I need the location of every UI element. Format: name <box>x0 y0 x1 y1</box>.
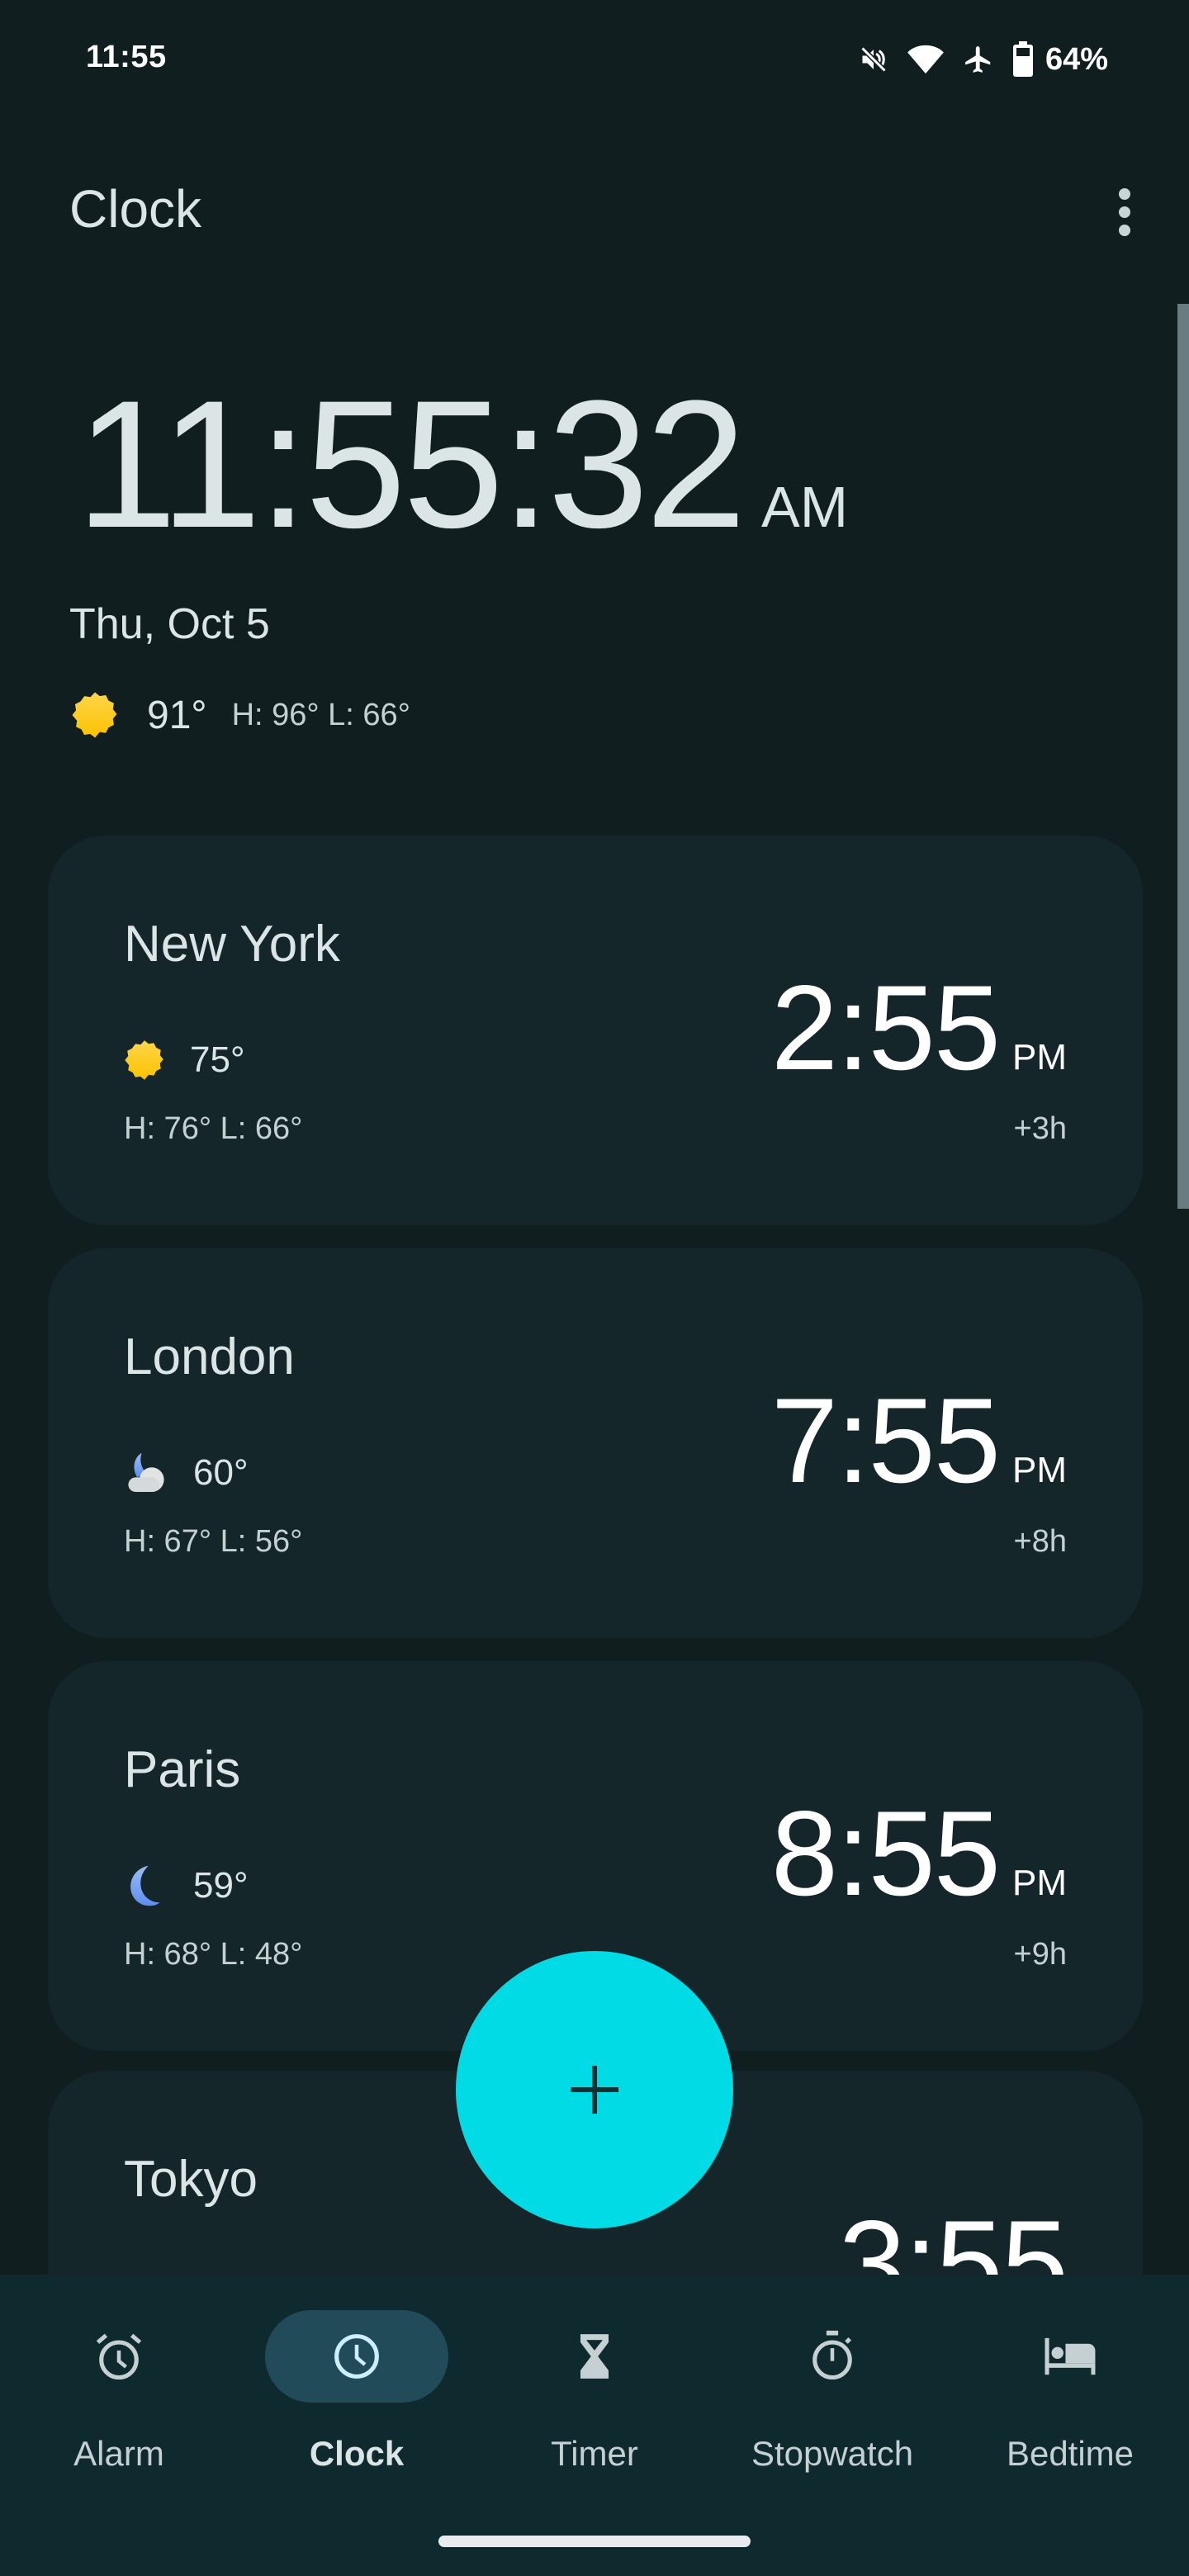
nav-label: Stopwatch <box>751 2434 914 2473</box>
battery-percent: 64% <box>1045 41 1108 77</box>
city-card-new-york[interactable]: New York 75° H: 76° L: 66° 2:55 PM +3h <box>48 836 1143 1225</box>
sunny-icon <box>72 692 117 738</box>
city-card-london[interactable]: London 60° H: 67° L: 56° 7:55 PM +8h <box>48 1248 1143 1638</box>
mute-icon <box>860 46 887 73</box>
city-offset: +3h <box>1013 1111 1067 1146</box>
active-indicator <box>265 2310 448 2403</box>
city-hilo: H: 67° L: 56° <box>124 1524 303 1559</box>
status-icons: 64% <box>859 41 1108 78</box>
city-weather: 59° <box>124 1859 249 1912</box>
nav-label: Alarm <box>73 2434 164 2473</box>
nav-label: Clock <box>309 2434 405 2473</box>
city-name: London <box>124 1328 295 1385</box>
city-offset: +8h <box>1013 1524 1067 1559</box>
city-hilo: H: 76° L: 66° <box>124 1111 303 1146</box>
local-clock: 11:55:32 AM <box>76 373 848 555</box>
city-name: New York <box>124 916 340 973</box>
city-ampm: PM <box>1012 1863 1067 1903</box>
city-ampm: PM <box>1012 1450 1067 1490</box>
city-time: 8:55 <box>770 1786 1001 1920</box>
page-title: Clock <box>69 179 202 239</box>
city-temp: 60° <box>193 1452 249 1493</box>
local-date: Thu, Oct 5 <box>69 600 270 648</box>
status-bar: 11:55 64% <box>0 0 1189 116</box>
city-name: Tokyo <box>124 2151 258 2208</box>
local-hilo: H: 96° L: 66° <box>231 697 410 732</box>
home-indicator[interactable] <box>438 2536 751 2547</box>
status-time: 11:55 <box>86 40 167 74</box>
city-weather: 60° <box>124 1447 249 1499</box>
city-time: 7:55 <box>770 1373 1001 1508</box>
nav-item-stopwatch[interactable]: Stopwatch <box>713 2275 951 2489</box>
alarm-icon <box>96 2333 142 2380</box>
city-time: 2:55 <box>770 960 1001 1095</box>
city-temp: 75° <box>190 1039 245 1080</box>
bed-icon <box>1045 2337 1096 2375</box>
nav-label: Timer <box>551 2434 638 2473</box>
airplane-mode-icon <box>965 46 991 73</box>
nav-item-timer[interactable]: Timer <box>476 2275 713 2489</box>
clock-icon <box>334 2334 379 2379</box>
nav-label: Bedtime <box>1006 2434 1135 2473</box>
city-ampm: PM <box>1012 1037 1067 1077</box>
city-clock: 2:55 PM <box>771 968 1067 1088</box>
nav-item-bedtime[interactable]: Bedtime <box>951 2275 1189 2489</box>
more-vert-icon <box>1119 188 1130 200</box>
bottom-navigation: Alarm Clock Timer Stopwatch Bedtime <box>0 2275 1189 2576</box>
city-temp: 59° <box>193 1865 249 1906</box>
city-offset: +9h <box>1013 1937 1067 1972</box>
city-clock: 7:55 PM <box>771 1380 1067 1501</box>
sunny-icon <box>125 1040 163 1080</box>
local-temp: 91° <box>147 693 207 737</box>
wifi-icon <box>907 45 944 74</box>
clear-night-icon <box>130 1865 160 1906</box>
city-weather: 75° <box>124 1034 245 1087</box>
battery-icon <box>1012 41 1033 77</box>
city-name: Paris <box>124 1741 241 1798</box>
local-ampm: AM <box>761 475 849 539</box>
add-icon <box>571 2066 618 2114</box>
nav-item-alarm[interactable]: Alarm <box>0 2275 238 2489</box>
add-city-button[interactable] <box>456 1951 733 2228</box>
scrollbar[interactable] <box>1177 304 1189 1209</box>
local-time: 11:55:32 <box>76 362 746 566</box>
nav-item-clock[interactable]: Clock <box>238 2275 476 2489</box>
city-clock: 8:55 PM <box>771 1793 1067 1914</box>
local-weather: 91° H: 96° L: 66° <box>71 689 410 741</box>
city-clock: 3:55 <box>838 2195 1068 2275</box>
hourglass-icon <box>580 2334 609 2379</box>
city-hilo: H: 68° L: 48° <box>124 1937 303 1972</box>
city-time: 3:55 <box>838 2195 1068 2275</box>
city-weather <box>124 2269 168 2275</box>
partly-cloudy-night-icon <box>128 1452 164 1492</box>
stopwatch-icon <box>812 2330 852 2380</box>
more-options-button[interactable] <box>1106 183 1143 241</box>
